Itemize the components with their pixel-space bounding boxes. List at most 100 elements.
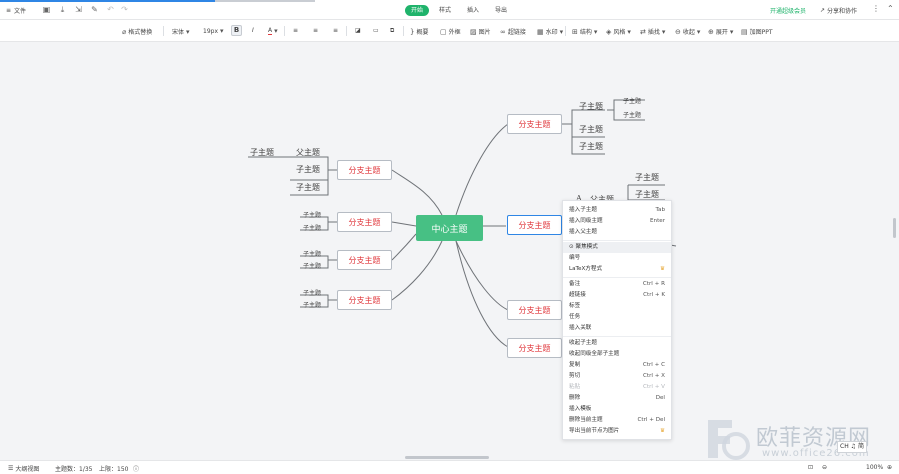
menu-item-insert-parent[interactable]: 插入父主题 xyxy=(563,227,671,238)
outline-view-button[interactable]: ☰ 大纲视图 xyxy=(8,464,39,473)
relation-icon: ⇄ xyxy=(640,27,646,36)
subtopic[interactable]: 子主题 xyxy=(623,96,641,105)
ppt-button[interactable]: ▤ 加图PPT xyxy=(741,27,773,37)
subtopic[interactable]: 子主题 xyxy=(296,182,320,193)
align-center-icon[interactable]: ≡ xyxy=(313,27,318,34)
font-family-select[interactable]: 宋体 ▾ xyxy=(172,27,190,37)
font-family-value: 宋体 xyxy=(172,29,185,36)
menu-item-note[interactable]: 备注 Ctrl + R xyxy=(563,279,671,290)
vip-link[interactable]: 开通超级会员 xyxy=(770,6,806,15)
relation-button[interactable]: ⇄ 插找 ▾ xyxy=(640,27,665,37)
menu-item-export-image[interactable]: 导出当前节点为图片 ♛ xyxy=(563,426,671,437)
align-left-icon[interactable]: ≡ xyxy=(293,27,298,34)
watermark-button[interactable]: ▦ 水印 ▾ xyxy=(537,27,563,37)
subtopic[interactable]: 子主题 xyxy=(635,189,659,200)
subtopic[interactable]: 子主题 xyxy=(303,210,321,219)
vertical-scrollbar[interactable] xyxy=(893,218,896,238)
format-brush-icon[interactable]: ✎ xyxy=(90,5,99,14)
font-size-select[interactable]: 19px ▾ xyxy=(203,27,224,35)
menu-item-insert-child[interactable]: 插入子主题 Tab xyxy=(563,205,671,216)
branch-topic[interactable]: 分支主题 xyxy=(507,114,562,134)
ime-indicator[interactable]: CH ♫ 简 xyxy=(837,441,867,453)
subtopic[interactable]: 子主题 xyxy=(579,101,603,112)
summary-button[interactable]: } 概要 xyxy=(410,27,428,37)
subtopic[interactable]: 子主题 xyxy=(635,172,659,183)
border-icon[interactable]: ▭ xyxy=(373,27,379,34)
fit-screen-icon[interactable]: ⊡ xyxy=(808,464,813,471)
branch-topic[interactable]: 分支主题 xyxy=(337,160,392,180)
font-color-button[interactable]: A ▾ xyxy=(268,27,278,35)
style-button[interactable]: ◈ 风格 ▾ xyxy=(606,27,631,37)
center-topic[interactable]: 中心主题 xyxy=(416,215,483,241)
expand-button[interactable]: ⊕ 展开 ▾ xyxy=(708,27,733,37)
menu-item-hyperlink[interactable]: 超链接 Ctrl + K xyxy=(563,290,671,301)
bold-button[interactable]: B xyxy=(231,25,242,36)
image-button[interactable]: ▨ 图片 xyxy=(470,27,491,37)
mindmap-canvas[interactable]: 中心主题 分支主题 分支主题 分支主题 分支主题 分支主题 分支主题 分支主题 … xyxy=(0,42,899,460)
menu-item-paste[interactable]: 粘贴 Ctrl + V xyxy=(563,382,671,393)
main-tabs: 开始 样式 插入 导出 xyxy=(405,5,513,16)
menu-item-delete[interactable]: 删除 Del xyxy=(563,393,671,404)
menu-item-delete-current[interactable]: 删除当前主题 Ctrl + Del xyxy=(563,415,671,426)
branch-topic[interactable]: 分支主题 xyxy=(337,290,392,310)
tab-style[interactable]: 样式 xyxy=(433,5,457,16)
font-color-label: A xyxy=(268,27,273,35)
subtopic[interactable]: 子主题 xyxy=(303,300,321,309)
branch-topic[interactable]: 分支主题 xyxy=(337,250,392,270)
subtopic[interactable]: 子主题 xyxy=(303,249,321,258)
layer-icon[interactable]: ⧉ xyxy=(390,27,394,35)
subtopic[interactable]: 子主题 xyxy=(250,147,274,158)
menu-item-task[interactable]: 任务 xyxy=(563,312,671,323)
subtopic[interactable]: 子主题 xyxy=(623,110,641,119)
parent-topic[interactable]: 父主题 xyxy=(296,147,320,158)
menu-item-cut[interactable]: 剪切 Ctrl + X xyxy=(563,371,671,382)
branch-topic[interactable]: 分支主题 xyxy=(507,338,562,358)
more-icon[interactable]: ⋮ xyxy=(872,4,880,13)
subtopic[interactable]: 子主题 xyxy=(579,124,603,135)
menu-item-insert-relation[interactable]: 插入关联 xyxy=(563,323,671,334)
tab-export[interactable]: 导出 xyxy=(489,5,513,16)
zoom-in-icon[interactable]: ⊕ xyxy=(887,464,892,471)
menu-item-copy[interactable]: 复制 Ctrl + C xyxy=(563,360,671,371)
menu-item-focus-mode[interactable]: ⊙ 聚焦模式 xyxy=(563,242,671,253)
subtopic[interactable]: 子主题 xyxy=(303,223,321,232)
menu-item-collapse-children[interactable]: 收起子主题 xyxy=(563,338,671,349)
menu-item-latex[interactable]: LaTeX方程式 ♛ xyxy=(563,264,671,275)
subtopic[interactable]: 子主题 xyxy=(303,288,321,297)
outer-frame-button[interactable]: ▢ 外框 xyxy=(440,27,461,37)
tab-start[interactable]: 开始 xyxy=(405,5,430,16)
align-right-icon[interactable]: ≡ xyxy=(333,27,338,34)
hyperlink-button[interactable]: ∞ 超链接 xyxy=(500,27,526,37)
format-replace-button[interactable]: ⌀ 格式替换 xyxy=(122,27,153,37)
branch-topic-selected[interactable]: 分支主题 xyxy=(507,215,562,235)
collapse-button[interactable]: ⊖ 收起 ▾ xyxy=(675,27,700,37)
redo-icon[interactable]: ↷ xyxy=(120,5,129,14)
menu-item-insert-sibling[interactable]: 插入同级主题 Enter xyxy=(563,216,671,227)
subtopic[interactable]: 子主题 xyxy=(303,261,321,270)
connector-line xyxy=(391,169,443,216)
help-icon[interactable]: ⓘ xyxy=(133,464,139,473)
italic-button[interactable]: I xyxy=(252,27,254,34)
file-menu[interactable]: ≡ 文件 xyxy=(6,6,26,15)
structure-button[interactable]: ⊞ 结构 ▾ xyxy=(572,27,597,37)
collapse-label: 收起 xyxy=(682,29,695,36)
fill-icon[interactable]: ◪ xyxy=(355,27,361,34)
zoom-out-icon[interactable]: ⊖ xyxy=(822,464,827,471)
branch-topic[interactable]: 分支主题 xyxy=(337,212,392,232)
share-button[interactable]: ↗ 分享和协作 xyxy=(820,6,857,15)
download-icon[interactable]: ⤓ xyxy=(58,5,67,14)
tab-insert[interactable]: 插入 xyxy=(461,5,485,16)
menu-item-tag[interactable]: 标签 xyxy=(563,301,671,312)
menu-item-insert-template[interactable]: 插入模板 xyxy=(563,404,671,415)
collapse-ribbon-icon[interactable]: ⌃ xyxy=(887,4,894,13)
undo-icon[interactable]: ↶ xyxy=(106,5,115,14)
format-replace-label: 格式替换 xyxy=(128,29,153,36)
save-icon[interactable]: ▣ xyxy=(42,5,51,14)
export-icon[interactable]: ⇲ xyxy=(74,5,83,14)
menu-item-numbering[interactable]: 编号 xyxy=(563,253,671,264)
menu-item-collapse-siblings[interactable]: 收起同级全部子主题 xyxy=(563,349,671,360)
subtopic[interactable]: 子主题 xyxy=(579,141,603,152)
subtopic[interactable]: 子主题 xyxy=(296,164,320,175)
horizontal-scrollbar[interactable] xyxy=(405,456,489,459)
branch-topic[interactable]: 分支主题 xyxy=(507,300,562,320)
